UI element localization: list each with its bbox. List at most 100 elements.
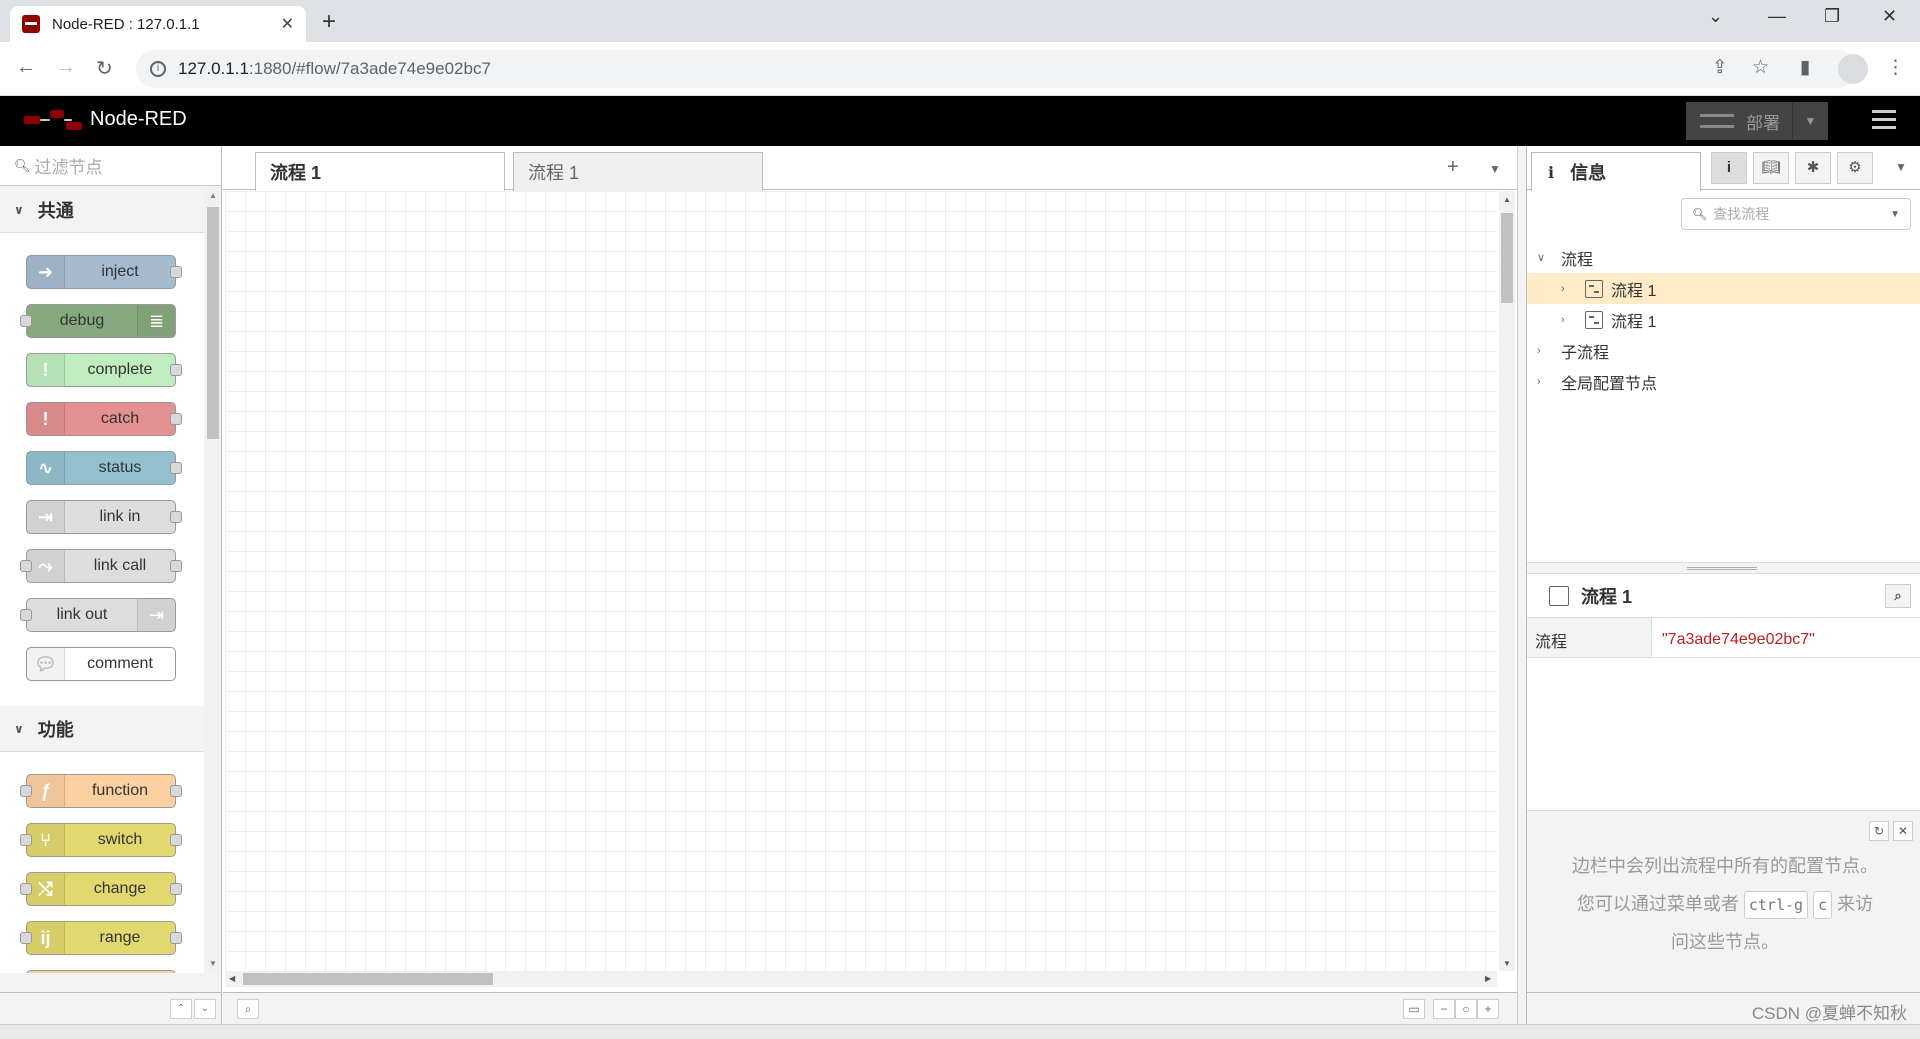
tab-search-icon[interactable]: ⌄ (1708, 6, 1723, 27)
flow-icon (1585, 310, 1603, 329)
node-label: range (99, 929, 141, 946)
search-icon: 🔍︎ (1692, 207, 1708, 221)
node-label: catch (100, 410, 140, 427)
palette-node-debug[interactable]: debug ≣ (20, 304, 176, 338)
url-field[interactable]: i 127.0.1.1:1880/#flow/7a3ade74e9e02bc7 (136, 50, 1856, 88)
browser-menu-icon[interactable]: ⋮ (1886, 56, 1905, 79)
range-icon: ij (27, 922, 65, 954)
scroll-up-icon[interactable]: ▲ (209, 191, 217, 200)
scrollbar-thumb[interactable] (243, 973, 493, 985)
output-port (170, 462, 182, 474)
sidebar-tabs: i 信息 i 📖︎ ✱ ⚙ ▼ (1527, 146, 1920, 191)
tree-item-flow-1-selected[interactable]: › 流程 1 (1527, 273, 1920, 304)
sidebar-panel-divider[interactable] (1527, 562, 1920, 574)
chevron-down-icon: ∨ (14, 202, 24, 217)
palette-node-complete[interactable]: ! complete (26, 353, 182, 387)
palette-node-function[interactable]: ƒ function (20, 774, 182, 808)
palette-scrollbar[interactable]: ▲ ▼ (205, 187, 221, 973)
palette-category-common[interactable]: ∨ 共通 (0, 187, 204, 233)
navigator-map-icon[interactable]: ▭ (1403, 999, 1425, 1019)
workspace-horizontal-scrollbar[interactable]: ◀ ▶ (225, 971, 1497, 987)
chevron-down-icon[interactable]: ▼ (1890, 209, 1900, 220)
tree-item-flows[interactable]: ∨ 流程 (1527, 242, 1920, 273)
scrollbar-thumb[interactable] (207, 207, 219, 439)
deploy-options-caret[interactable]: ▼ (1792, 102, 1828, 140)
palette-category-function[interactable]: ∨ 功能 (0, 706, 204, 752)
palette-node-range[interactable]: ij range (20, 921, 182, 955)
site-info-icon[interactable]: i (150, 61, 166, 77)
tree-item-global-config[interactable]: › 全局配置节点 (1527, 366, 1920, 397)
palette-node-comment[interactable]: 💬︎ comment (26, 647, 176, 681)
minimize-icon[interactable]: — (1768, 6, 1786, 27)
info-tab-icon[interactable]: i (1711, 152, 1747, 184)
palette-node-switch[interactable]: ⑂ switch (20, 823, 182, 857)
output-port (170, 932, 182, 944)
tree-item-flow-1[interactable]: › 流程 1 (1527, 304, 1920, 335)
palette-node-status[interactable]: ∿ status (26, 451, 182, 485)
input-port (20, 609, 32, 621)
palette-node-link-out[interactable]: link out ⇥ (20, 598, 176, 632)
inject-icon: ➜ (27, 256, 65, 288)
tab-flow-1[interactable]: 流程 1 (513, 152, 763, 191)
zoom-reset-icon[interactable]: ○ (1455, 999, 1477, 1019)
scroll-left-icon[interactable]: ◀ (229, 974, 235, 983)
sidebar-tabs-caret-icon[interactable]: ▼ (1895, 160, 1907, 174)
property-value: "7a3ade74e9e02bc7" (1662, 631, 1815, 648)
palette-filter-input[interactable]: 🔍︎ 过滤节点 (0, 146, 221, 186)
share-icon[interactable]: ⇪ (1712, 56, 1728, 79)
deploy-button[interactable]: 部署 ▼ (1686, 102, 1828, 140)
search-icon[interactable]: ⌕ (237, 999, 259, 1019)
tab-flow-1-active[interactable]: 流程 1 (255, 152, 505, 191)
collapse-all-icon[interactable]: ⌃ (170, 999, 192, 1019)
config-gear-icon[interactable]: ⚙ (1837, 152, 1873, 184)
expand-all-icon[interactable]: ⌄ (194, 999, 216, 1019)
scroll-right-icon[interactable]: ▶ (1485, 974, 1491, 983)
add-flow-icon[interactable]: + (1447, 156, 1459, 179)
zoom-out-icon[interactable]: − (1433, 999, 1455, 1019)
workspace-vertical-scrollbar[interactable]: ▲ ▼ (1499, 191, 1515, 971)
flow-list-caret-icon[interactable]: ▼ (1489, 162, 1501, 176)
search-icon[interactable]: ⌕ (1885, 584, 1911, 608)
reload-icon[interactable]: ↻ (96, 56, 113, 81)
palette-node-catch[interactable]: ! catch (26, 402, 182, 436)
scroll-down-icon[interactable]: ▼ (209, 959, 217, 968)
side-panel-icon[interactable]: ▮ (1800, 56, 1810, 79)
palette-node-link-in[interactable]: ⇥ link in (26, 500, 182, 534)
bookmark-star-icon[interactable]: ☆ (1752, 56, 1769, 79)
tab-info[interactable]: i 信息 (1531, 152, 1701, 191)
debug-bug-icon[interactable]: ✱ (1795, 152, 1831, 184)
palette-node-link-call[interactable]: ⤳ link call (20, 549, 182, 583)
node-red-favicon-icon (22, 15, 40, 33)
close-icon[interactable]: ✕ (1893, 821, 1913, 841)
restore-icon[interactable]: ❐ (1824, 6, 1840, 27)
zoom-in-icon[interactable]: + (1477, 999, 1499, 1019)
forward-icon[interactable]: → (56, 56, 76, 79)
scroll-up-icon[interactable]: ▲ (1503, 195, 1511, 204)
scrollbar-thumb[interactable] (1501, 213, 1513, 303)
palette-common-nodes: ➜ inject debug ≣ ! complete ! catch ∿ st… (0, 233, 204, 706)
output-port (170, 834, 182, 846)
output-port (170, 266, 182, 278)
sidebar-footer: CSDN @夏蝉不知秋 (1527, 992, 1920, 1024)
new-tab-button[interactable]: + (322, 8, 336, 36)
main-menu-icon[interactable] (1872, 110, 1896, 130)
flow-search-input[interactable]: 🔍︎ 查找流程 ▼ (1681, 198, 1911, 230)
refresh-icon[interactable]: ↻ (1869, 821, 1889, 841)
palette-node-change[interactable]: ⤭ change (20, 872, 182, 906)
exclamation-icon: ! (27, 354, 65, 386)
back-icon[interactable]: ← (16, 56, 36, 79)
close-window-icon[interactable]: ✕ (1882, 6, 1897, 27)
palette-node-partial[interactable] (26, 970, 176, 973)
sidebar-separator[interactable] (1517, 146, 1526, 1024)
chevron-right-icon: › (1561, 313, 1565, 326)
profile-avatar[interactable] (1838, 54, 1868, 84)
output-port (170, 511, 182, 523)
palette-node-inject[interactable]: ➜ inject (26, 255, 182, 289)
browser-tab[interactable]: Node-RED : 127.0.1.1 ✕ (10, 6, 306, 42)
workspace-footer: ⌕ ▭ − ○ + (223, 992, 1517, 1024)
flow-canvas[interactable] (225, 191, 1497, 971)
help-book-icon[interactable]: 📖︎ (1753, 152, 1789, 184)
close-tab-icon[interactable]: ✕ (281, 14, 294, 34)
tree-item-subflows[interactable]: › 子流程 (1527, 335, 1920, 366)
scroll-down-icon[interactable]: ▼ (1503, 959, 1511, 968)
